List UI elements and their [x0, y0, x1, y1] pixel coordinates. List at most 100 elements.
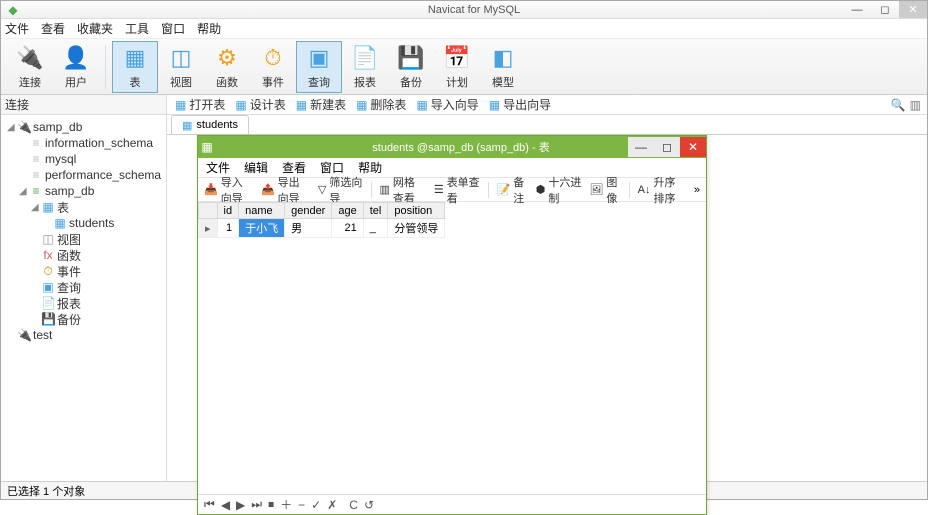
menu-收藏夹[interactable]: 收藏夹 — [77, 20, 113, 37]
childtool-升序排序[interactable]: A↓升序排序 — [638, 174, 686, 206]
tree-事件[interactable]: ⏱事件 — [1, 263, 166, 279]
sectool-导出向导[interactable]: ▦ 导出向导 — [489, 96, 551, 113]
cell-name[interactable]: 于小飞 — [239, 219, 285, 238]
toolbar-overflow-icon[interactable]: » — [694, 184, 700, 196]
视图-icon: ◫ — [167, 44, 195, 72]
sectool-设计表[interactable]: ▦ 设计表 — [235, 96, 285, 113]
window-maximize[interactable]: ◻ — [871, 1, 899, 18]
col-name[interactable]: name — [239, 203, 285, 219]
sectool-导入向导[interactable]: ▦ 导入向导 — [416, 96, 478, 113]
tree-students[interactable]: ▦students — [1, 215, 166, 231]
col-gender[interactable]: gender — [285, 203, 332, 219]
事件-icon: ⏱ — [259, 44, 287, 72]
tree-item-icon: ≡ — [29, 168, 43, 182]
menu-文件[interactable]: 文件 — [5, 20, 29, 37]
tree-报表[interactable]: 📄报表 — [1, 295, 166, 311]
ribbon-label: 表 — [130, 74, 141, 90]
window-close[interactable]: ✕ — [899, 1, 927, 18]
ribbon-label: 报表 — [354, 74, 376, 90]
child-minimize[interactable]: — — [628, 137, 654, 157]
ribbon-表[interactable]: ▦表 — [112, 41, 158, 93]
连接-icon: 🔌 — [16, 44, 44, 72]
ribbon-label: 函数 — [216, 74, 238, 90]
tree-samp_db[interactable]: ◢≡samp_db — [1, 183, 166, 199]
tree-twisty-icon[interactable]: ◢ — [19, 186, 29, 197]
window-minimize[interactable]: — — [843, 1, 871, 18]
网格查看-icon: ▥ — [380, 183, 390, 196]
sectool-打开表[interactable]: ▦ 打开表 — [175, 96, 225, 113]
ribbon-备份[interactable]: 💾备份 — [388, 41, 434, 93]
ribbon-查询[interactable]: ▣查询 — [296, 41, 342, 93]
tab-students[interactable]: ▦students — [171, 115, 249, 134]
col-age[interactable]: age — [332, 203, 363, 219]
ribbon-计划[interactable]: 📅计划 — [434, 41, 480, 93]
ribbon-用户[interactable]: 👤用户 — [53, 41, 99, 93]
tree-item-icon: ▦ — [41, 200, 55, 214]
sectool-删除表[interactable]: ▦ 删除表 — [356, 96, 406, 113]
tree-mysql[interactable]: ≡mysql — [1, 151, 166, 167]
nav-btn-0[interactable]: ⏮ — [204, 497, 215, 512]
tree-information_schema[interactable]: ≡information_schema — [1, 135, 166, 151]
cell-age[interactable]: 21 — [332, 219, 363, 238]
ribbon-报表[interactable]: 📄报表 — [342, 41, 388, 93]
tree-performance_schema[interactable]: ≡performance_schema — [1, 167, 166, 183]
menu-查看[interactable]: 查看 — [41, 20, 65, 37]
nav-btn-3[interactable]: ⏭ — [251, 497, 262, 512]
备注-icon: 📝 — [497, 183, 511, 196]
tree-item-label: information_schema — [43, 136, 153, 150]
childtool-表单查看[interactable]: ☰表单查看 — [434, 174, 480, 206]
tree-查询[interactable]: ▣查询 — [1, 279, 166, 295]
tree-twisty-icon[interactable]: ◢ — [7, 122, 17, 133]
tree-item-icon: 💾 — [41, 312, 55, 326]
section-title: 连接 — [1, 95, 167, 114]
childtool-网格查看[interactable]: ▥网格查看 — [380, 174, 426, 206]
childtool-图像[interactable]: 🖼图像 — [589, 174, 620, 206]
cell-position[interactable]: 分管领导 — [388, 219, 445, 238]
ribbon-连接[interactable]: 🔌连接 — [7, 41, 53, 93]
tree-item-label: test — [31, 328, 52, 342]
tree-samp_db[interactable]: ◢🔌samp_db — [1, 119, 166, 135]
ribbon-函数[interactable]: ⚙函数 — [204, 41, 250, 93]
ribbon-事件[interactable]: ⏱事件 — [250, 41, 296, 93]
child-window: ▦ students @samp_db (samp_db) - 表 — ◻ ✕ … — [197, 135, 707, 515]
tree-item-label: mysql — [43, 152, 76, 166]
col-tel[interactable]: tel — [363, 203, 388, 219]
childtool-备注[interactable]: 📝备注 — [497, 174, 528, 206]
tree-备份[interactable]: 💾备份 — [1, 311, 166, 327]
panel-toggle-icon[interactable]: ▥ — [910, 98, 921, 112]
nav-btn-5[interactable]: ＋ — [280, 496, 292, 513]
menu-工具[interactable]: 工具 — [125, 20, 149, 37]
cell-tel[interactable]: _ — [363, 219, 388, 238]
sectool-新建表[interactable]: ▦ 新建表 — [296, 96, 346, 113]
ribbon-模型[interactable]: ◧模型 — [480, 41, 526, 93]
tree-test[interactable]: 🔌test — [1, 327, 166, 343]
child-maximize[interactable]: ◻ — [654, 137, 680, 157]
menu-窗口[interactable]: 窗口 — [161, 20, 185, 37]
childtool-筛选向导[interactable]: ▽筛选向导 — [318, 174, 363, 206]
connection-tree[interactable]: ◢🔌samp_db≡information_schema≡mysql≡perfo… — [1, 115, 167, 481]
tree-twisty-icon[interactable]: ◢ — [31, 202, 41, 213]
row-header[interactable]: ▸ — [199, 219, 218, 238]
tbtn-label: 备注 — [513, 174, 528, 206]
child-close[interactable]: ✕ — [680, 137, 706, 157]
menu-帮助[interactable]: 帮助 — [197, 20, 221, 37]
col-id[interactable]: id — [217, 203, 239, 219]
tree-表[interactable]: ◢▦表 — [1, 199, 166, 215]
childtool-导入向导[interactable]: 📥导入向导 — [204, 174, 253, 206]
search-icon[interactable]: 🔍 — [891, 98, 906, 112]
childtool-导出向导[interactable]: 📤导出向导 — [261, 174, 310, 206]
tree-item-label: samp_db — [31, 120, 82, 134]
tree-item-icon: ▦ — [53, 216, 67, 230]
cell-id[interactable]: 1 — [217, 219, 239, 238]
tree-item-icon: ≡ — [29, 136, 43, 150]
nav-btn-4[interactable]: ⏹ — [268, 497, 274, 512]
tree-item-icon: ≡ — [29, 152, 43, 166]
col-position[interactable]: position — [388, 203, 445, 219]
tree-item-label: 视图 — [55, 231, 81, 248]
ribbon-视图[interactable]: ◫视图 — [158, 41, 204, 93]
tree-视图[interactable]: ◫视图 — [1, 231, 166, 247]
cell-gender[interactable]: 男 — [285, 219, 332, 238]
tree-函数[interactable]: fx函数 — [1, 247, 166, 263]
data-grid[interactable]: idnamegenderagetelposition ▸1于小飞男21_分管领导 — [198, 202, 706, 494]
childtool-十六进制[interactable]: ⬢十六进制 — [536, 174, 582, 206]
